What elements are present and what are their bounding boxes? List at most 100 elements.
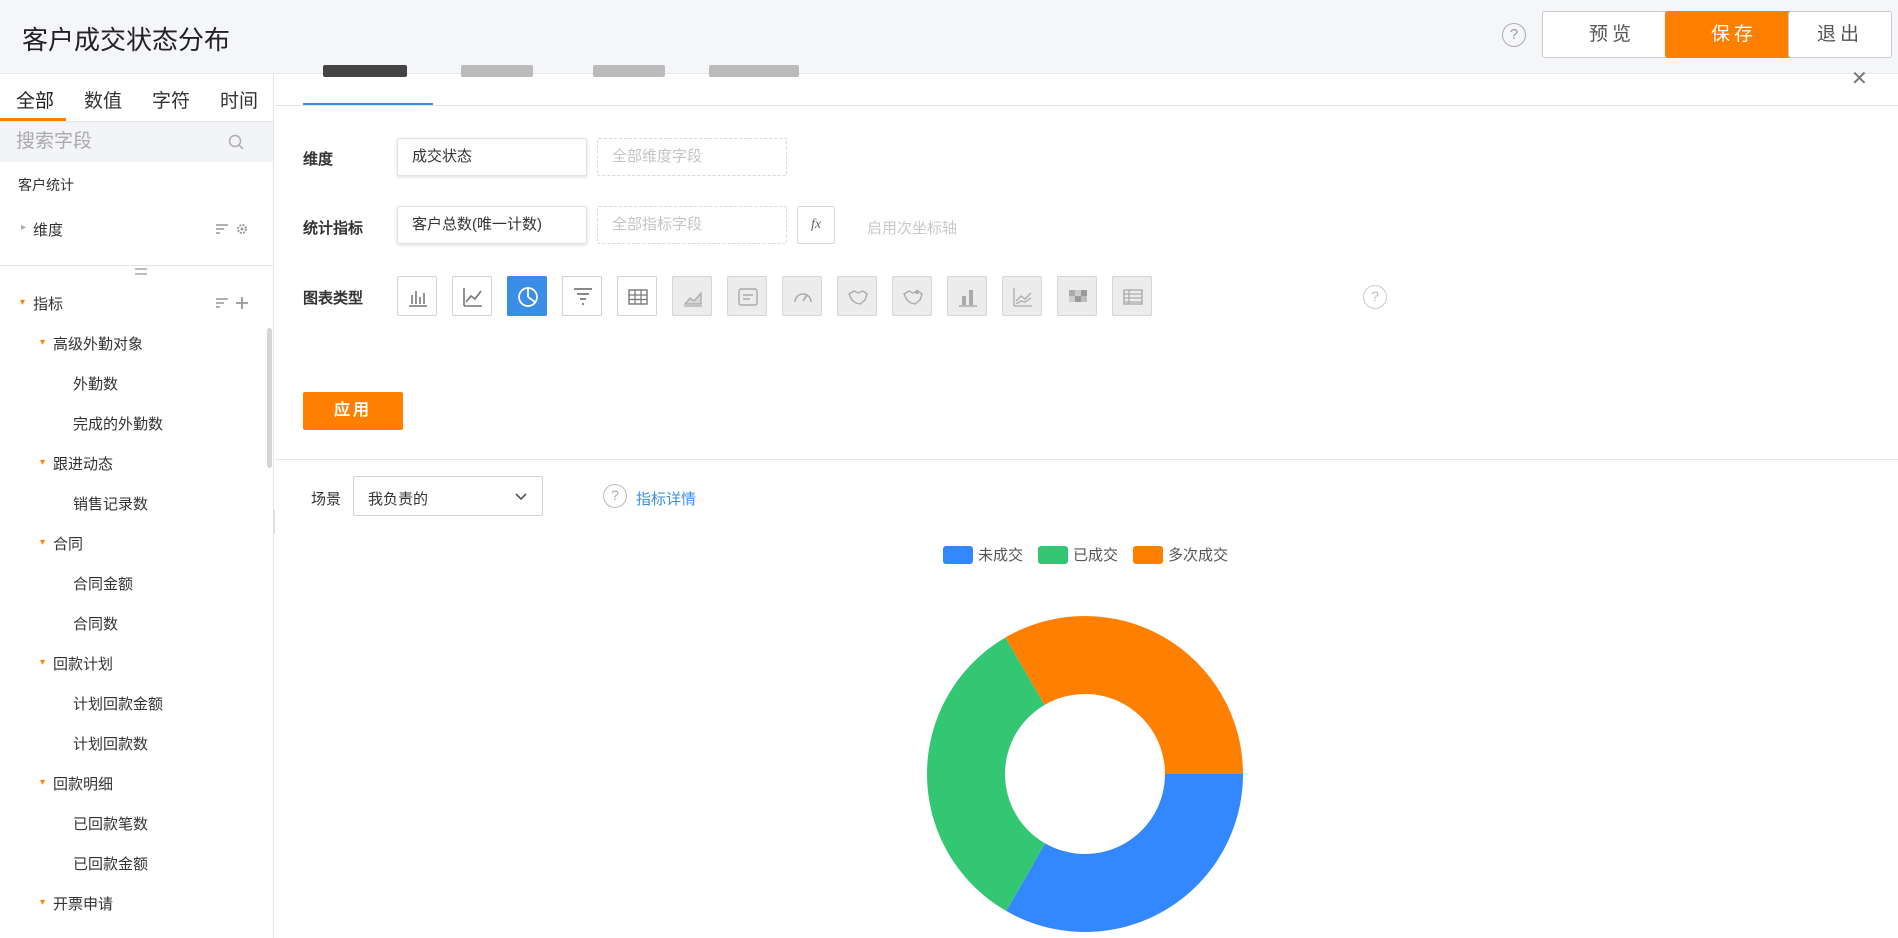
- page-title: 客户成交状态分布: [22, 25, 231, 55]
- sidebar-divider: [0, 265, 273, 266]
- tab-active-indicator: [0, 118, 66, 121]
- gear-icon[interactable]: [237, 224, 247, 234]
- legend-label: 多次成交: [1168, 547, 1229, 564]
- chart-type-area[interactable]: [672, 276, 712, 316]
- sort-icon[interactable]: [216, 224, 228, 234]
- tree-item[interactable]: 外勤数: [73, 373, 118, 394]
- section-divider: [275, 459, 1898, 460]
- metric-field[interactable]: 客户总数(唯一计数): [397, 206, 587, 244]
- tab-all[interactable]: 全部: [16, 86, 54, 113]
- apply-button[interactable]: 应用: [303, 392, 403, 430]
- sort-icon[interactable]: [216, 298, 228, 308]
- tree-group[interactable]: 回款计划: [53, 653, 113, 674]
- legend-swatch: [1038, 545, 1068, 564]
- map-point-icon: [903, 290, 923, 305]
- close-icon[interactable]: ✕: [1851, 66, 1868, 91]
- legend-swatch: [1133, 545, 1163, 564]
- dimension-drop-zone[interactable]: 全部维度字段: [597, 138, 787, 176]
- search-icon[interactable]: [228, 134, 244, 150]
- tab-label-clipped[interactable]: [323, 65, 407, 77]
- legend-item[interactable]: 已成交: [1038, 544, 1118, 564]
- section-title: 客户统计: [18, 177, 74, 193]
- editor-main: ✕ 维度 成交状态 全部维度字段 统计指标 客户总数(唯一计数) 全部指标字段 …: [275, 65, 1898, 938]
- caret-down-icon[interactable]: ▾: [40, 777, 45, 788]
- chart-type-multi-line[interactable]: [1002, 276, 1042, 316]
- scene-select[interactable]: 我负责的: [353, 476, 543, 516]
- tree-group[interactable]: 高级外勤对象: [53, 333, 143, 354]
- table-icon: [628, 289, 648, 305]
- chart-type-gauge[interactable]: [782, 276, 822, 316]
- chart-type-table[interactable]: [617, 276, 657, 316]
- donut-slice-0[interactable]: [1006, 774, 1243, 932]
- drag-handle-icon[interactable]: [135, 268, 147, 276]
- chart-type-pie[interactable]: [507, 276, 547, 316]
- top-header: 客户成交状态分布 ? 预览 保存 退出: [0, 0, 1898, 74]
- tree-group[interactable]: 开票申请: [53, 893, 113, 914]
- add-icon[interactable]: [236, 297, 248, 309]
- chevron-down-icon: [515, 493, 527, 501]
- donut-slice-2[interactable]: [1005, 616, 1243, 774]
- donut-slice-1[interactable]: [927, 637, 1046, 911]
- config-tab-strip: ✕: [275, 65, 1898, 106]
- chart-type-funnel[interactable]: [562, 276, 602, 316]
- tree-group[interactable]: 合同: [53, 533, 83, 554]
- caret-down-icon[interactable]: ▾: [40, 897, 45, 908]
- caret-down-icon[interactable]: ▾: [40, 457, 45, 468]
- sidebar-item-metric[interactable]: 指标: [33, 293, 63, 314]
- chart-type-map-point[interactable]: [892, 276, 932, 316]
- help-icon[interactable]: ?: [1363, 285, 1387, 309]
- chart-type-heatmap[interactable]: [1057, 276, 1097, 316]
- tree-item[interactable]: 已回款笔数: [73, 813, 148, 834]
- dimension-tools: [216, 224, 247, 234]
- metric-tools: [216, 297, 248, 309]
- chart-type-line[interactable]: [452, 276, 492, 316]
- secondary-axis-toggle[interactable]: 启用次坐标轴: [867, 217, 957, 238]
- metric-label: 统计指标: [303, 220, 364, 237]
- legend-item[interactable]: 多次成交: [1133, 544, 1228, 564]
- chart-type-bar[interactable]: [397, 276, 437, 316]
- metric-detail-link[interactable]: 指标详情: [636, 488, 696, 509]
- tree-item[interactable]: 已回款金额: [73, 853, 148, 874]
- tab-label-clipped[interactable]: [461, 65, 533, 77]
- heatmap-icon: [1069, 290, 1087, 302]
- field-sidebar: 全部 数值 字符 时间 客户统计 ▸ 维度 ▾ 指标: [0, 74, 274, 938]
- tree-item[interactable]: 销售记录数: [73, 493, 148, 514]
- caret-down-icon[interactable]: ▾: [40, 537, 45, 548]
- chart-type-stacked-bar[interactable]: [947, 276, 987, 316]
- sidebar-item-dimension[interactable]: 维度: [33, 219, 63, 240]
- stacked-bar-icon: [959, 290, 977, 307]
- tab-label-clipped[interactable]: [709, 65, 799, 77]
- tree-group[interactable]: 回款明细: [53, 773, 113, 794]
- tree-item[interactable]: 完成的外勤数: [73, 413, 163, 434]
- formula-button[interactable]: fx: [797, 206, 835, 244]
- dimension-field[interactable]: 成交状态: [397, 138, 587, 176]
- preview-button[interactable]: 预览: [1542, 11, 1682, 58]
- caret-down-icon[interactable]: ▾: [40, 657, 45, 668]
- tab-number[interactable]: 数值: [84, 86, 122, 113]
- chart-type-pivot-table[interactable]: [1112, 276, 1152, 316]
- tree-item[interactable]: 计划回款金额: [73, 693, 163, 714]
- scene-label: 场景: [311, 491, 342, 508]
- metric-drop-zone[interactable]: 全部指标字段: [597, 206, 787, 244]
- tab-time[interactable]: 时间: [220, 86, 258, 113]
- caret-down-icon[interactable]: ▾: [40, 337, 45, 348]
- tree-item[interactable]: 合同金额: [73, 573, 133, 594]
- tree-group[interactable]: 跟进动态: [53, 453, 113, 474]
- donut-chart: [927, 616, 1243, 932]
- tab-label-clipped[interactable]: [593, 65, 665, 77]
- tree-item[interactable]: 计划回款数: [73, 733, 148, 754]
- legend-item[interactable]: 未成交: [943, 544, 1023, 564]
- caret-down-icon[interactable]: ▾: [20, 297, 25, 308]
- tree-item[interactable]: 合同数: [73, 613, 118, 634]
- help-icon[interactable]: ?: [603, 484, 627, 508]
- search-input[interactable]: [16, 129, 216, 155]
- help-icon[interactable]: ?: [1502, 23, 1526, 47]
- sidebar-scrollbar[interactable]: [267, 328, 272, 468]
- tab-string[interactable]: 字符: [152, 86, 190, 113]
- chart-type-map[interactable]: [837, 276, 877, 316]
- chart-type-text-card[interactable]: [727, 276, 767, 316]
- gauge-icon: [794, 293, 812, 303]
- save-button[interactable]: 保存: [1665, 11, 1803, 58]
- caret-right-icon[interactable]: ▸: [21, 222, 26, 233]
- exit-button[interactable]: 退出: [1788, 11, 1892, 58]
